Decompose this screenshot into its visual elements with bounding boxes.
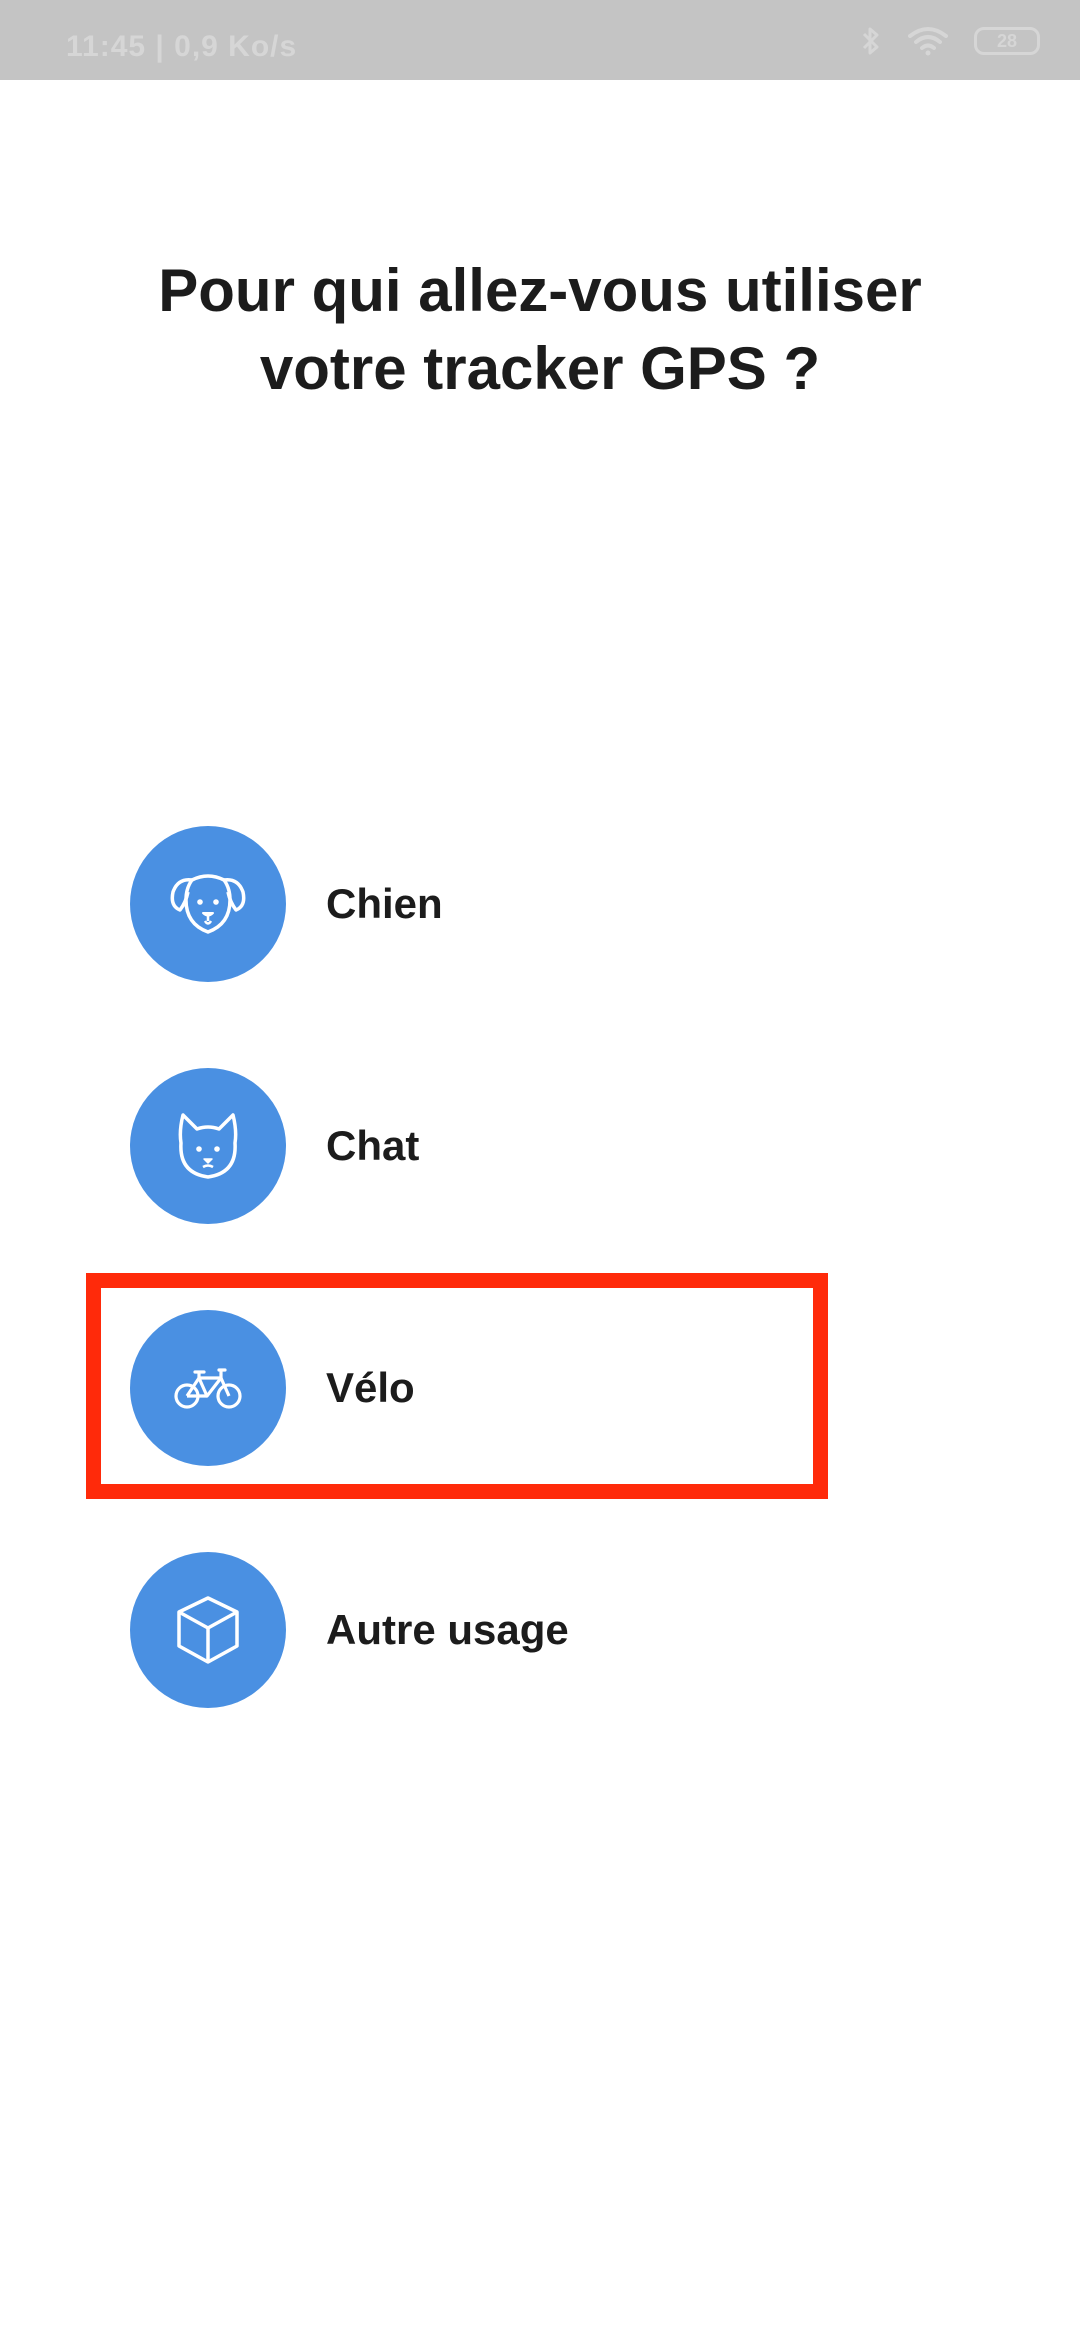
option-dog-circle [130,826,286,982]
page-title-line-2: votre tracker GPS ? [259,335,821,402]
battery-level: 28 [996,30,1018,51]
page-title-line-1: Pour qui allez-vous utiliser [158,257,922,324]
option-cat-circle [130,1068,286,1224]
option-dog-label: Chien [326,880,443,927]
option-cat-label: Chat [326,1122,420,1169]
option-bicycle-circle [130,1310,286,1466]
box-icon [175,1594,241,1666]
battery-icon: 28 [974,27,1040,55]
screen: 11:45 | 0,9 Ko/s 28 Pour qui allez-vous … [0,0,1080,2340]
option-other-circle [130,1552,286,1708]
page-title: Pour qui allez-vous utiliser votre track… [90,252,990,408]
dog-icon [168,868,248,940]
option-bicycle-label: Vélo [326,1364,415,1411]
bluetooth-icon [860,25,882,57]
status-bar: 11:45 | 0,9 Ko/s 28 [0,0,1080,80]
option-bicycle[interactable]: Vélo [130,1310,930,1466]
status-time-speed: 11:45 | 0,9 Ko/s [66,30,298,63]
option-other[interactable]: Autre usage [130,1552,930,1708]
option-other-label: Autre usage [326,1606,569,1653]
option-dog[interactable]: Chien [130,826,930,982]
status-icons: 28 [860,26,1040,56]
option-cat[interactable]: Chat [130,1068,930,1224]
wifi-icon [908,26,948,56]
bicycle-icon [173,1366,243,1410]
cat-icon [175,1111,241,1181]
